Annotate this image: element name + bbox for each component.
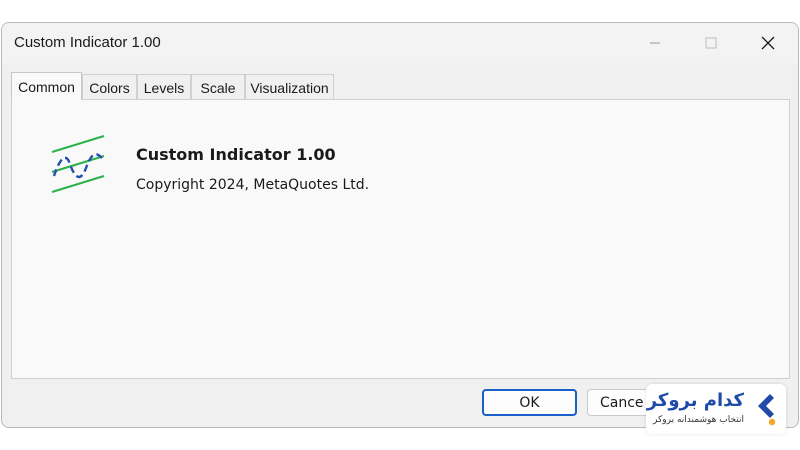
- minimize-button[interactable]: [632, 23, 678, 63]
- watermark-tagline: انتخاب هوشمندانه بروکر: [653, 415, 744, 425]
- minimize-icon: [650, 42, 660, 44]
- tab-colors[interactable]: Colors: [82, 74, 137, 100]
- tab-common[interactable]: Common: [11, 72, 82, 100]
- ok-button[interactable]: OK: [482, 389, 577, 416]
- brand-watermark: کدام بروکر انتخاب هوشمندانه بروکر: [646, 384, 786, 434]
- maximize-icon: [705, 37, 717, 49]
- brand-chevron-icon: [758, 394, 776, 426]
- indicator-wave-icon: [51, 134, 105, 194]
- window-title: Custom Indicator 1.00: [14, 34, 161, 51]
- tab-levels[interactable]: Levels: [137, 74, 191, 100]
- title-bar[interactable]: Custom Indicator 1.00: [2, 23, 798, 63]
- watermark-brand: کدام بروکر: [646, 390, 744, 411]
- dialog-window: Custom Indicator 1.00 Common Colors Leve…: [1, 22, 799, 428]
- tab-visualization[interactable]: Visualization: [245, 74, 334, 100]
- close-button[interactable]: [745, 23, 791, 63]
- common-tab-panel: Custom Indicator 1.00 Copyright 2024, Me…: [11, 99, 790, 379]
- indicator-name: Custom Indicator 1.00: [136, 145, 336, 164]
- tab-scale[interactable]: Scale: [191, 74, 245, 100]
- maximize-button[interactable]: [688, 23, 734, 63]
- indicator-copyright: Copyright 2024, MetaQuotes Ltd.: [136, 177, 370, 193]
- close-icon: [761, 36, 775, 50]
